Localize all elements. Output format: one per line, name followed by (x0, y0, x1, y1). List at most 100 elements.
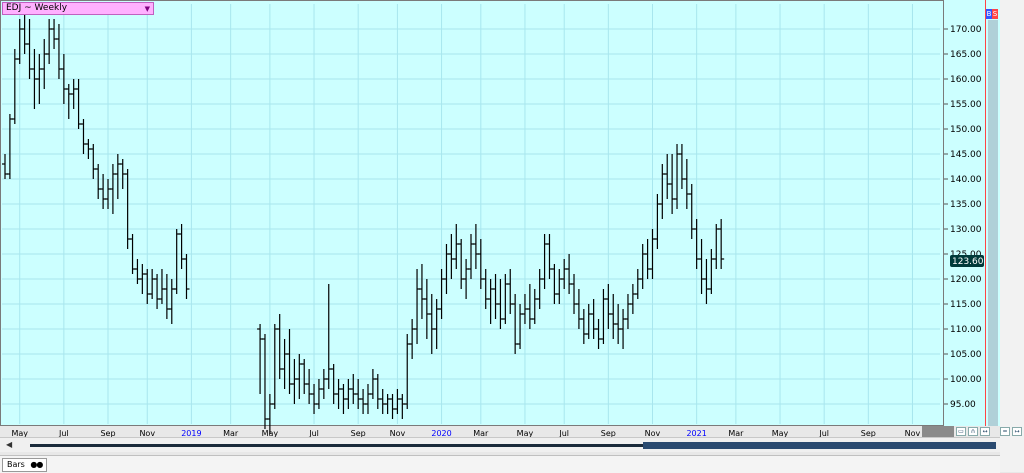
scroll-thumb[interactable] (643, 442, 996, 449)
x-tick-label: Sep (100, 429, 115, 437)
ohlc-bar (561, 259, 568, 289)
ohlc-bar (65, 84, 72, 119)
ohlc-bar (659, 164, 666, 219)
ohlc-bar (546, 234, 553, 279)
ohlc-bar (149, 269, 156, 299)
ohlc-bar (21, 14, 28, 54)
ohlc-bars (2, 14, 725, 434)
x-tick-label: May (262, 429, 279, 437)
ohlc-bar (41, 39, 48, 89)
x-tick-label: 2020 (431, 429, 451, 437)
ohlc-bar (575, 289, 582, 329)
ohlc-bar (46, 19, 53, 64)
bars-tab[interactable]: Bars ●● (2, 458, 48, 472)
ohlc-bar (109, 164, 116, 214)
ohlc-bar (482, 269, 489, 309)
y-tick-label: 110.00 (950, 325, 982, 335)
ohlc-bar (453, 224, 460, 269)
ohlc-bar (11, 49, 18, 124)
x-tick-label: Sep (861, 429, 876, 437)
bars-tab-label: Bars (7, 460, 25, 469)
ohlc-bar (654, 194, 661, 249)
ohlc-bar (320, 369, 327, 399)
ohlc-bar (124, 169, 131, 249)
ohlc-bar (615, 304, 622, 344)
ohlc-bar (718, 219, 725, 269)
x-tick-label: Mar (728, 429, 744, 437)
ohlc-bar (443, 244, 450, 294)
ohlc-bar (639, 244, 646, 289)
price-tag-label: 123.60 (952, 257, 984, 267)
link-dots-icon: ●● (30, 460, 43, 469)
bottom-tab-bar: Bars ●● (0, 455, 1000, 473)
ohlc-bar (163, 274, 170, 319)
ohlc-bar (634, 269, 641, 299)
y-tick-label: 95.00 (950, 400, 976, 410)
ohlc-bar (438, 269, 445, 319)
ohlc-bar (708, 249, 715, 294)
scroll-left-icon[interactable]: ◀ (6, 440, 12, 449)
ohlc-bar (90, 144, 97, 179)
y-tick-label: 115.00 (950, 300, 982, 310)
ohlc-bar (261, 334, 268, 429)
horizontal-scrollbar[interactable]: ◀ (0, 437, 1000, 452)
ohlc-bar (428, 294, 435, 354)
ohlc-bar (536, 269, 543, 309)
ohlc-bar (610, 294, 617, 339)
x-tick-label: 2019 (181, 429, 201, 437)
auto-scale-icon[interactable]: ∩ (968, 427, 978, 436)
buy-sell-badge[interactable]: B S (986, 9, 998, 19)
ohlc-bar (379, 389, 386, 414)
y-tick-label: 150.00 (950, 125, 982, 135)
ohlc-bar (713, 224, 720, 269)
ohlc-bar (605, 284, 612, 329)
ohlc-bar (703, 259, 710, 304)
range-icon[interactable]: ↔ (980, 427, 990, 436)
sell-icon[interactable]: S (992, 9, 998, 19)
x-tick-label: May (11, 429, 28, 437)
ohlc-bar (517, 304, 524, 349)
ohlc-bar (502, 274, 509, 324)
dropdown-arrow-icon[interactable]: ▼ (145, 4, 150, 15)
ohlc-bar (472, 224, 479, 269)
ohlc-bar (595, 319, 602, 349)
ohlc-bar (95, 164, 102, 199)
ohlc-bar (364, 384, 371, 414)
ohlc-bar (26, 19, 33, 79)
ohlc-bar (414, 269, 421, 344)
ohlc-bar (541, 234, 548, 289)
ohlc-bar (551, 264, 558, 304)
expand-icon[interactable]: ↦ (1012, 427, 1022, 436)
ohlc-bar (698, 239, 705, 294)
ohlc-bar (51, 19, 58, 49)
ohlc-bar (6, 114, 13, 179)
ohlc-bar (144, 269, 151, 304)
y-tick-label: 135.00 (950, 200, 982, 210)
x-axis-labels: May Jul Sep Nov 2019 Mar May Jul Sep Nov 2020 Mar Ma… (11, 429, 920, 437)
ohlc-bar (266, 394, 273, 434)
x-tick-label: Mar (473, 429, 489, 437)
x-tick-label: Nov (645, 429, 661, 437)
ohlc-bar (688, 184, 695, 239)
ohlc-bar (360, 389, 367, 414)
y-tick-label: 160.00 (950, 75, 982, 85)
zoom-in-icon[interactable]: ▭ (956, 427, 966, 436)
chart-title-box[interactable]: EDJ ~ Weekly ▼ (2, 2, 154, 15)
x-tick-label: Jul (558, 429, 569, 437)
y-tick-label: 165.00 (950, 50, 982, 60)
ohlc-bar (678, 144, 685, 189)
x-tick-label: 2021 (686, 429, 706, 437)
ohlc-bar (600, 289, 607, 344)
ohlc-bar (512, 294, 519, 354)
x-tick-label: Sep (351, 429, 366, 437)
ohlc-bar (409, 319, 416, 359)
ohlc-bar (178, 224, 185, 269)
ohlc-bar (301, 359, 308, 394)
ohlc-bar (693, 219, 700, 269)
x-tick-label: Mar (223, 429, 239, 437)
ohlc-bar (114, 154, 121, 199)
x-tick-label: Sep (601, 429, 616, 437)
y-tick-label: 145.00 (950, 150, 982, 160)
ohlc-bar (487, 279, 494, 324)
scroll-end-icon[interactable]: = (1000, 427, 1010, 436)
